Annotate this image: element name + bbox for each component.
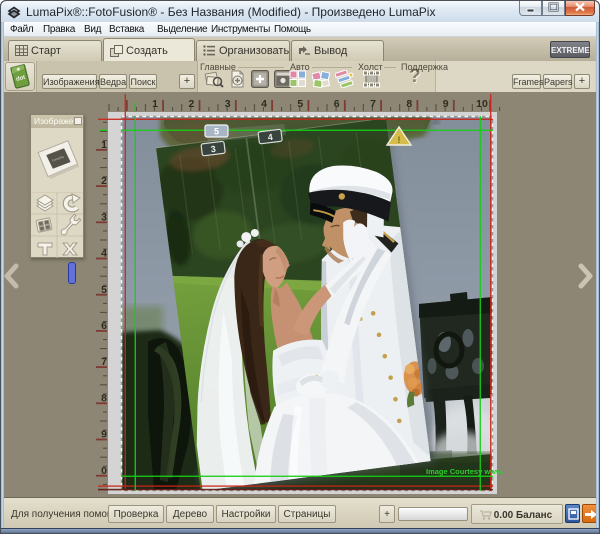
- svg-text:Image Courtesy www.: Image Courtesy www.: [426, 467, 504, 476]
- svg-text:8: 8: [406, 98, 412, 110]
- svg-text:2: 2: [188, 98, 194, 110]
- svg-text:5: 5: [214, 127, 219, 137]
- svg-text:7: 7: [370, 98, 376, 110]
- svg-text:5: 5: [297, 98, 303, 110]
- svg-text:!: !: [397, 135, 400, 146]
- svg-text:4: 4: [261, 98, 267, 110]
- svg-text:1: 1: [152, 98, 158, 110]
- svg-text:6: 6: [334, 98, 340, 110]
- svg-text:10: 10: [476, 98, 488, 110]
- svg-text:3: 3: [225, 98, 231, 110]
- svg-text:9: 9: [443, 98, 449, 110]
